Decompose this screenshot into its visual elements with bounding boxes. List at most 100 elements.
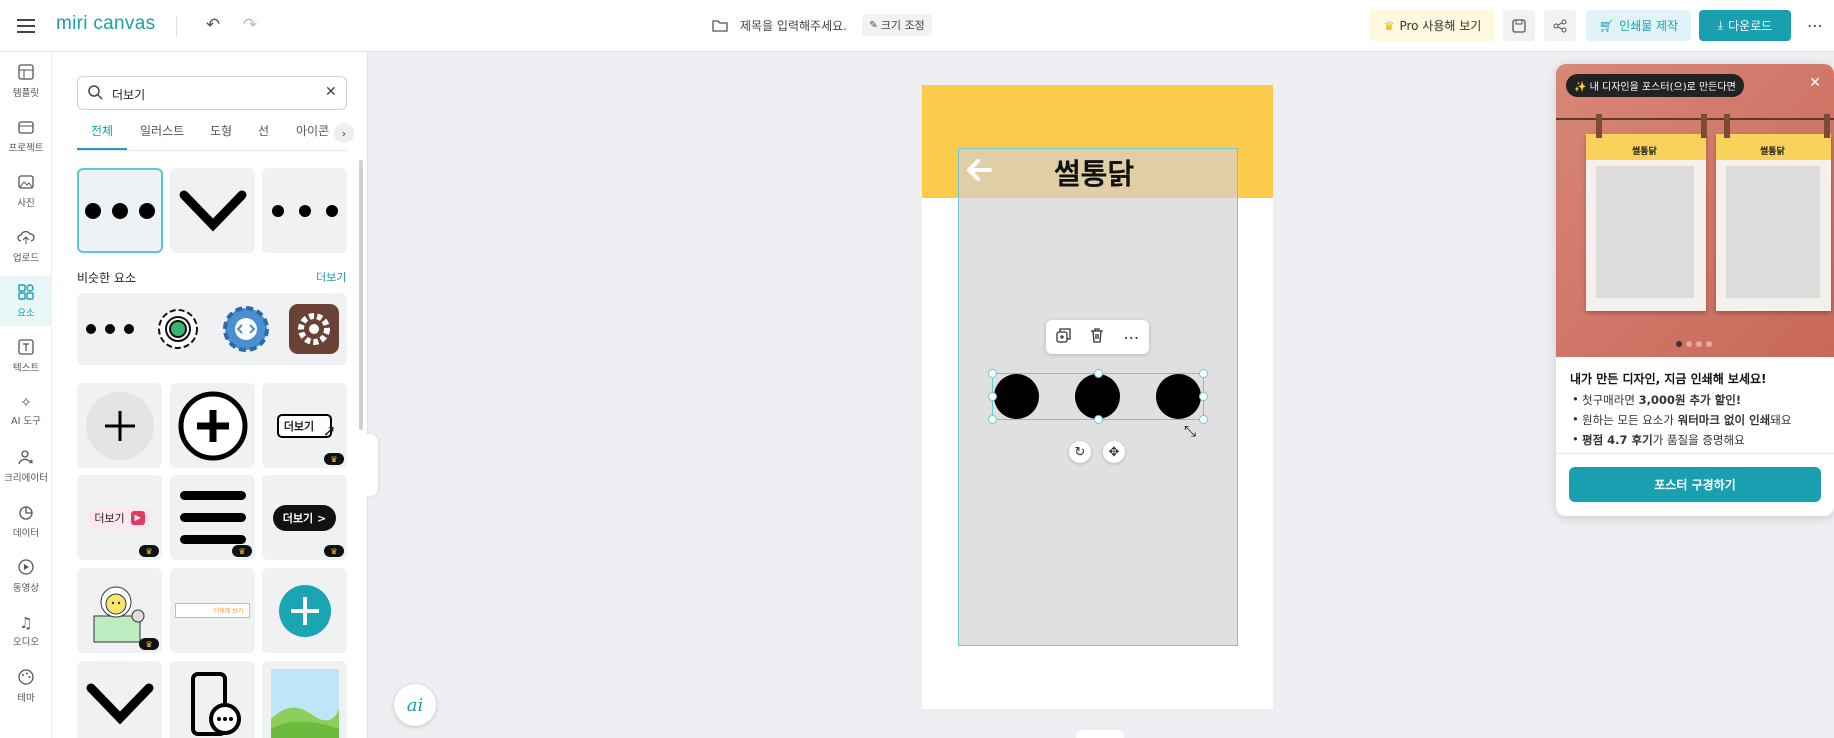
creator-icon [18, 449, 34, 468]
app-logo[interactable]: miri canvas [56, 13, 155, 35]
rail-label: 오디오 [12, 637, 40, 648]
rail-item-audio[interactable]: ♫ 오디오 [0, 606, 52, 656]
rail-item-video[interactable]: 동영상 [0, 551, 52, 601]
resize-handle[interactable] [1094, 415, 1103, 424]
code-gear-icon[interactable] [220, 303, 272, 355]
more-button-text: 더보기 [283, 419, 315, 433]
promo-image: 썰통닭 썰통닭 ✨ 내 디자인을 포스터(으)로 만든다면 ✕ [1556, 64, 1834, 357]
redo-icon[interactable]: ↷ [239, 14, 261, 36]
resize-handle[interactable] [988, 392, 997, 401]
element-tile-chevron[interactable] [170, 168, 255, 253]
clip [1596, 114, 1602, 138]
clear-icon[interactable]: ✕ [325, 84, 337, 100]
back-arrow-icon[interactable] [963, 152, 995, 188]
element-tile-phone-chat[interactable] [170, 661, 255, 738]
canvas-title[interactable]: 썰통닭 [1054, 151, 1134, 193]
rail-item-creator[interactable]: 크리에이터 [0, 441, 52, 491]
similar-more-link[interactable]: 더보기 [316, 269, 346, 285]
folder-icon[interactable] [711, 16, 729, 34]
title-input[interactable]: 제목을 입력해주세요. [740, 17, 847, 34]
element-tile-more-black[interactable]: 더보기 > ♛ [262, 475, 347, 560]
element-tile-plus-outline[interactable] [170, 383, 255, 468]
settings-app-icon[interactable] [288, 304, 339, 354]
delete-icon[interactable] [1090, 328, 1104, 346]
tab-icon[interactable]: 아이콘 [296, 122, 329, 139]
rail-item-data[interactable]: 데이터 [0, 496, 52, 546]
element-tile-more-cursor[interactable]: 더보기 ➚ ♛ [262, 383, 347, 468]
close-icon[interactable]: ✕ [1805, 73, 1825, 93]
menu-icon[interactable] [16, 16, 36, 36]
clip [1701, 114, 1707, 138]
resize-handle[interactable] [1199, 369, 1208, 378]
top-bar: miri canvas ↶ ↷ 제목을 입력해주세요. ✎ 크기 조정 ♛ Pro … [0, 0, 1834, 52]
search-input[interactable]: 더보기 ✕ [77, 76, 347, 110]
template-icon [18, 63, 34, 83]
rail-label: 텍스트 [12, 362, 40, 374]
rail-item-theme[interactable]: 테마 [0, 661, 52, 711]
rotate-icon[interactable]: ↻ [1069, 441, 1091, 463]
undo-icon[interactable]: ↶ [202, 14, 224, 36]
move-icon[interactable]: ✥ [1103, 441, 1125, 463]
dots-element[interactable] [85, 323, 135, 335]
view-posters-button[interactable]: 포스터 구경하기 [1569, 467, 1821, 502]
similar-elements-label: 비슷한 요소 [77, 271, 137, 285]
element-tile-dots[interactable] [77, 168, 163, 253]
tab-all[interactable]: 전체 [91, 122, 113, 139]
rail-label: 테마 [17, 692, 35, 704]
panel-scrollbar[interactable] [359, 160, 363, 430]
resize-handle[interactable] [1199, 415, 1208, 424]
element-tile-small-dots[interactable] [262, 168, 347, 253]
save-icon[interactable] [1503, 10, 1535, 41]
print-button[interactable]: 🛒︎ 인쇄물 제작 [1586, 10, 1691, 41]
tab-shape[interactable]: 도형 [210, 122, 232, 139]
panel-collapse-handle[interactable] [366, 434, 378, 496]
resize-handle[interactable] [1199, 392, 1208, 401]
divider [176, 16, 177, 36]
more-options-icon[interactable]: ⋯ [1123, 328, 1139, 347]
tabs-next-icon[interactable]: › [334, 123, 354, 143]
element-tile-hamburger[interactable]: ♛ [170, 475, 255, 560]
resize-handle[interactable] [988, 369, 997, 378]
rail-item-template[interactable]: 템플릿 [0, 56, 52, 106]
element-tile-character[interactable]: ♛ [77, 568, 162, 653]
share-icon[interactable] [1544, 10, 1576, 41]
download-button[interactable]: ⤓ 다운로드 [1699, 10, 1791, 41]
selected-dots-element[interactable] [988, 369, 1208, 424]
rail-item-project[interactable]: 프로젝트 [0, 111, 52, 161]
element-tile-chevron-2[interactable] [77, 661, 162, 738]
element-tile-small-bar[interactable]: 더해해 보기 [170, 568, 255, 653]
clip [1824, 114, 1830, 138]
selection-box [992, 373, 1204, 420]
cursor-icon: ➚ [322, 420, 337, 440]
rail-item-photo[interactable]: 사진 [0, 166, 52, 216]
resize-label: 크기 조정 [880, 19, 925, 32]
duplicate-icon[interactable] [1056, 328, 1071, 346]
elements-icon [18, 283, 34, 303]
rail-label: 템플릿 [12, 87, 40, 99]
tab-line[interactable]: 선 [258, 122, 269, 139]
resize-button[interactable]: ✎ 크기 조정 [862, 14, 932, 36]
pro-trial-button[interactable]: ♛ Pro 사용해 보기 [1370, 10, 1495, 41]
photo-icon [18, 174, 34, 193]
download-label: 다운로드 [1728, 19, 1773, 33]
carousel-dots[interactable] [1676, 341, 1712, 347]
rail-item-text[interactable]: 텍스트 [0, 331, 52, 381]
theme-icon [18, 668, 34, 688]
text-icon [18, 338, 34, 358]
rail-item-ai-tools[interactable]: ✧ AI 도구 [0, 386, 52, 436]
rail-item-upload[interactable]: 업로드 [0, 221, 52, 271]
resize-handle[interactable] [1094, 369, 1103, 378]
tab-illustration[interactable]: 일러스트 [140, 122, 184, 139]
element-tile-plus-teal[interactable] [262, 568, 347, 653]
more-button-graphic: 더보기 ➚ [276, 413, 336, 440]
print-promo-card: 썰통닭 썰통닭 ✨ 내 디자인을 포스터(으)로 만든다면 ✕ 내가 만든 디자… [1556, 64, 1834, 516]
ai-assistant-button[interactable]: ai [394, 684, 436, 726]
rail-item-elements[interactable]: 요소 [0, 276, 52, 326]
bottom-drawer-handle[interactable] [1076, 730, 1124, 738]
gear-icon[interactable] [152, 303, 204, 355]
element-tile-landscape[interactable] [262, 661, 347, 738]
more-menu-icon[interactable]: ⋯ [1803, 14, 1827, 36]
element-tile-plus-circle[interactable] [77, 383, 162, 468]
resize-handle[interactable] [988, 415, 997, 424]
element-tile-more-pink[interactable]: 더보기 ▶ ♛ [77, 475, 162, 560]
